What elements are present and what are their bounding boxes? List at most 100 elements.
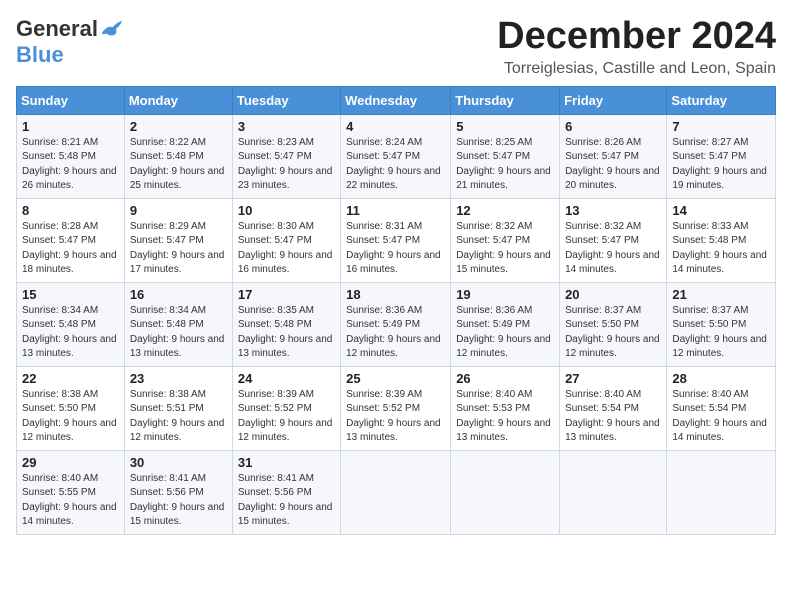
day-number: 26: [456, 371, 554, 386]
calendar-cell: 20Sunrise: 8:37 AMSunset: 5:50 PMDayligh…: [560, 282, 667, 366]
calendar-cell: 5Sunrise: 8:25 AMSunset: 5:47 PMDaylight…: [451, 114, 560, 198]
page-header: General Blue December 2024 Torreiglesias…: [16, 16, 776, 78]
day-number: 25: [346, 371, 445, 386]
calendar-body: 1 Sunrise: 8:21 AMSunset: 5:48 PMDaylight…: [17, 114, 776, 534]
calendar-cell: 16 Sunrise: 8:34 AMSunset: 5:48 PMDayligh…: [124, 282, 232, 366]
calendar-cell: 26 Sunrise: 8:40 AMSunset: 5:53 PMDayligh…: [451, 366, 560, 450]
day-number: 3: [238, 119, 335, 134]
day-number: 8: [22, 203, 119, 218]
day-number: 31: [238, 455, 335, 470]
day-number: 24: [238, 371, 335, 386]
day-info: Sunrise: 8:32 AMSunset: 5:47 PMDaylight:…: [456, 220, 554, 278]
calendar-cell: 21Sunrise: 8:37 AMSunset: 5:50 PMDayligh…: [667, 282, 776, 366]
title-section: December 2024 Torreiglesias, Castille an…: [497, 16, 776, 78]
calendar-cell: 10 Sunrise: 8:30 AMSunset: 5:47 PMDayligh…: [232, 198, 340, 282]
calendar-cell: [667, 450, 776, 534]
day-number: 14: [672, 203, 770, 218]
day-info: Sunrise: 8:39 AMSunset: 5:52 PMDaylight:…: [346, 388, 445, 446]
logo: General Blue: [16, 16, 124, 68]
calendar-cell: [560, 450, 667, 534]
day-info: Sunrise: 8:27 AMSunset: 5:47 PMDaylight:…: [672, 136, 770, 194]
day-info: Sunrise: 8:36 AMSunset: 5:49 PMDaylight:…: [346, 304, 445, 362]
day-info: Sunrise: 8:38 AMSunset: 5:51 PMDaylight:…: [130, 388, 227, 446]
calendar-cell: [341, 450, 451, 534]
calendar-cell: 28Sunrise: 8:40 AMSunset: 5:54 PMDayligh…: [667, 366, 776, 450]
day-info: Sunrise: 8:22 AMSunset: 5:48 PMDaylight:…: [130, 136, 227, 194]
day-number: 5: [456, 119, 554, 134]
day-info: Sunrise: 8:38 AMSunset: 5:50 PMDaylight:…: [22, 388, 119, 446]
day-number: 15: [22, 287, 119, 302]
calendar-cell: 31 Sunrise: 8:41 AMSunset: 5:56 PMDayligh…: [232, 450, 340, 534]
day-number: 17: [238, 287, 335, 302]
header-cell-thursday: Thursday: [451, 86, 560, 114]
calendar-cell: 30 Sunrise: 8:41 AMSunset: 5:56 PMDayligh…: [124, 450, 232, 534]
header-cell-wednesday: Wednesday: [341, 86, 451, 114]
day-info: Sunrise: 8:34 AMSunset: 5:48 PMDaylight:…: [130, 304, 227, 362]
day-number: 9: [130, 203, 227, 218]
calendar-cell: 22 Sunrise: 8:38 AMSunset: 5:50 PMDayligh…: [17, 366, 125, 450]
calendar-cell: 8 Sunrise: 8:28 AMSunset: 5:47 PMDaylight…: [17, 198, 125, 282]
day-info: Sunrise: 8:41 AMSunset: 5:56 PMDaylight:…: [130, 472, 227, 530]
day-number: 10: [238, 203, 335, 218]
calendar-cell: 4Sunrise: 8:24 AMSunset: 5:47 PMDaylight…: [341, 114, 451, 198]
day-info: Sunrise: 8:23 AMSunset: 5:47 PMDaylight:…: [238, 136, 335, 194]
day-info: Sunrise: 8:21 AMSunset: 5:48 PMDaylight:…: [22, 136, 119, 194]
day-number: 11: [346, 203, 445, 218]
day-info: Sunrise: 8:40 AMSunset: 5:53 PMDaylight:…: [456, 388, 554, 446]
calendar-cell: 24 Sunrise: 8:39 AMSunset: 5:52 PMDayligh…: [232, 366, 340, 450]
calendar-cell: 12Sunrise: 8:32 AMSunset: 5:47 PMDayligh…: [451, 198, 560, 282]
week-row-2: 8 Sunrise: 8:28 AMSunset: 5:47 PMDaylight…: [17, 198, 776, 282]
day-info: Sunrise: 8:41 AMSunset: 5:56 PMDaylight:…: [238, 472, 335, 530]
calendar-cell: 27Sunrise: 8:40 AMSunset: 5:54 PMDayligh…: [560, 366, 667, 450]
day-info: Sunrise: 8:30 AMSunset: 5:47 PMDaylight:…: [238, 220, 335, 278]
calendar-cell: 29 Sunrise: 8:40 AMSunset: 5:55 PMDayligh…: [17, 450, 125, 534]
day-info: Sunrise: 8:40 AMSunset: 5:55 PMDaylight:…: [22, 472, 119, 530]
day-number: 29: [22, 455, 119, 470]
day-number: 1: [22, 119, 119, 134]
day-number: 28: [672, 371, 770, 386]
calendar-table: SundayMondayTuesdayWednesdayThursdayFrid…: [16, 86, 776, 535]
day-number: 16: [130, 287, 227, 302]
day-number: 22: [22, 371, 119, 386]
day-info: Sunrise: 8:37 AMSunset: 5:50 PMDaylight:…: [672, 304, 770, 362]
day-number: 13: [565, 203, 661, 218]
calendar-cell: 11 Sunrise: 8:31 AMSunset: 5:47 PMDayligh…: [341, 198, 451, 282]
calendar-cell: 15Sunrise: 8:34 AMSunset: 5:48 PMDayligh…: [17, 282, 125, 366]
day-info: Sunrise: 8:32 AMSunset: 5:47 PMDaylight:…: [565, 220, 661, 278]
calendar-cell: 2 Sunrise: 8:22 AMSunset: 5:48 PMDaylight…: [124, 114, 232, 198]
calendar-cell: 3 Sunrise: 8:23 AMSunset: 5:47 PMDaylight…: [232, 114, 340, 198]
day-info: Sunrise: 8:33 AMSunset: 5:48 PMDaylight:…: [672, 220, 770, 278]
week-row-3: 15 Sunrise: 8:34 AMSunset: 5:48 PMDayligh…: [17, 282, 776, 366]
header-cell-tuesday: Tuesday: [232, 86, 340, 114]
day-info: Sunrise: 8:28 AMSunset: 5:47 PMDaylight:…: [22, 220, 119, 278]
calendar-cell: 6Sunrise: 8:26 AMSunset: 5:47 PMDaylight…: [560, 114, 667, 198]
day-info: Sunrise: 8:40 AMSunset: 5:54 PMDaylight:…: [565, 388, 661, 446]
week-row-4: 22 Sunrise: 8:38 AMSunset: 5:50 PMDayligh…: [17, 366, 776, 450]
calendar-cell: 19 Sunrise: 8:36 AMSunset: 5:49 PMDayligh…: [451, 282, 560, 366]
logo-blue-text: Blue: [16, 42, 64, 68]
day-info: Sunrise: 8:39 AMSunset: 5:52 PMDaylight:…: [238, 388, 335, 446]
header-cell-friday: Friday: [560, 86, 667, 114]
logo-general-text: General: [16, 16, 98, 42]
day-info: Sunrise: 8:36 AMSunset: 5:49 PMDaylight:…: [456, 304, 554, 362]
calendar-cell: 1 Sunrise: 8:21 AMSunset: 5:48 PMDaylight…: [17, 114, 125, 198]
day-number: 18: [346, 287, 445, 302]
day-info: Sunrise: 8:29 AMSunset: 5:47 PMDaylight:…: [130, 220, 227, 278]
month-title: December 2024: [497, 16, 776, 58]
calendar-cell: 7 Sunrise: 8:27 AMSunset: 5:47 PMDaylight…: [667, 114, 776, 198]
day-number: 7: [672, 119, 770, 134]
header-row: SundayMondayTuesdayWednesdayThursdayFrid…: [17, 86, 776, 114]
day-number: 19: [456, 287, 554, 302]
day-number: 30: [130, 455, 227, 470]
header-cell-saturday: Saturday: [667, 86, 776, 114]
day-number: 2: [130, 119, 227, 134]
day-info: Sunrise: 8:35 AMSunset: 5:48 PMDaylight:…: [238, 304, 335, 362]
day-info: Sunrise: 8:31 AMSunset: 5:47 PMDaylight:…: [346, 220, 445, 278]
header-cell-monday: Monday: [124, 86, 232, 114]
calendar-cell: 9 Sunrise: 8:29 AMSunset: 5:47 PMDaylight…: [124, 198, 232, 282]
calendar-cell: 14 Sunrise: 8:33 AMSunset: 5:48 PMDayligh…: [667, 198, 776, 282]
week-row-1: 1 Sunrise: 8:21 AMSunset: 5:48 PMDaylight…: [17, 114, 776, 198]
day-number: 4: [346, 119, 445, 134]
header-cell-sunday: Sunday: [17, 86, 125, 114]
day-number: 23: [130, 371, 227, 386]
